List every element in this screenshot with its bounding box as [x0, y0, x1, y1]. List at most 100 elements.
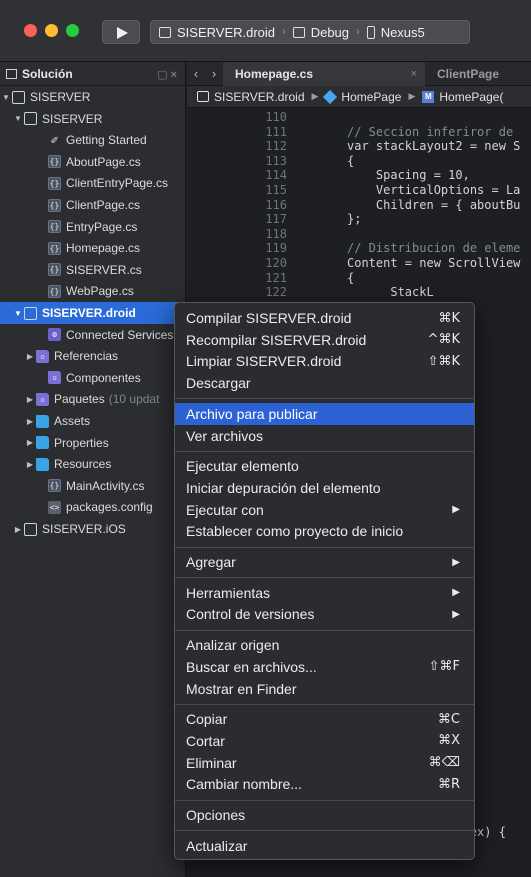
tree-item-resources[interactable]: ▶ Resources: [0, 453, 185, 475]
tree-item-aboutpage-cs[interactable]: {} AboutPage.cs: [0, 151, 185, 173]
menu-item-herramientas[interactable]: Herramientas ▶: [175, 582, 474, 604]
chevron-right-icon: ›: [356, 26, 360, 38]
solution-pad: Solución ▢ × ▼ SISERVER ▼ SISERVER ✐ Getting …: [0, 62, 186, 877]
menu-item-label: Limpiar SISERVER.droid: [186, 353, 342, 370]
shortcut-label: ⌘K: [438, 310, 460, 326]
shortcut-label: ⌘⌫: [428, 755, 460, 771]
zoom-window-button[interactable]: [66, 24, 79, 37]
solution-pad-header: Solución ▢ ×: [0, 62, 185, 86]
close-window-button[interactable]: [24, 24, 37, 37]
tree-item-assets[interactable]: ▶ Assets: [0, 410, 185, 432]
menu-item-eliminar[interactable]: Eliminar ⌘⌫: [175, 752, 474, 774]
tree-item-cliententrypage-cs[interactable]: {} ClientEntryPage.cs: [0, 172, 185, 194]
tree-item-label: Resources: [54, 457, 112, 472]
menu-item-agregar[interactable]: Agregar ▶: [175, 551, 474, 573]
config-project-label[interactable]: SISERVER.droid: [177, 25, 275, 40]
menu-item-recompilar-siserver-droid[interactable]: Recompilar SISERVER.droid ^⌘K: [175, 329, 474, 351]
menu-item-ver-archivos[interactable]: Ver archivos: [175, 425, 474, 447]
menu-item-label: Control de versiones: [186, 606, 315, 623]
tree-item-paquetes[interactable]: ▶ ▫ Paquetes (10 updat: [0, 388, 185, 410]
menu-item-compilar-siserver-droid[interactable]: Compilar SISERVER.droid ⌘K: [175, 307, 474, 329]
chevron-right-icon: ›: [282, 26, 286, 38]
code-line: // Seccion inferiror de: [347, 124, 514, 139]
shortcut-label: ⇧⌘F: [428, 659, 460, 675]
menu-item-cambiar-nombre[interactable]: Cambiar nombre... ⌘R: [175, 773, 474, 795]
menu-item-archivo-para-publicar[interactable]: Archivo para publicar: [175, 402, 474, 425]
tab-label: Homepage.cs: [235, 66, 314, 81]
tree-item-clientpage-cs[interactable]: {} ClientPage.cs: [0, 194, 185, 216]
menu-item-copiar[interactable]: Copiar ⌘C: [175, 708, 474, 730]
breadcrumb-member[interactable]: HomePage(: [439, 90, 503, 104]
close-tab-icon[interactable]: ×: [411, 68, 417, 80]
tree-item-label: SISERVER.droid: [42, 306, 136, 320]
menu-item-iniciar-depuracion-del-elemento[interactable]: Iniciar depuración del elemento: [175, 477, 474, 499]
breadcrumb-project[interactable]: SISERVER.droid: [214, 90, 305, 104]
tree-item-webpage-cs[interactable]: {} WebPage.cs: [0, 280, 185, 302]
breadcrumb-class[interactable]: HomePage: [341, 90, 401, 104]
breadcrumb: SISERVER.droid ▶ HomePage ▶ M HomePage(: [187, 86, 531, 108]
tree-item-label: SISERVER: [42, 111, 103, 126]
menu-item-actualizar[interactable]: Actualizar: [175, 835, 474, 857]
submenu-arrow-icon: ▶: [452, 608, 460, 620]
menu-separator: [175, 629, 474, 631]
tree-item-homepage-cs[interactable]: {} Homepage.cs: [0, 237, 185, 259]
tree-item-componentes[interactable]: ▫ Componentes: [0, 367, 185, 389]
expand-down-icon[interactable]: ▼: [0, 93, 12, 102]
tab-clientpage[interactable]: ClientPage: [425, 62, 511, 86]
run-configuration-selector[interactable]: SISERVER.droid › Debug › Nexus5: [150, 20, 470, 44]
tree-item-siserver-droid[interactable]: ▼ SISERVER.droid: [0, 302, 185, 324]
menu-item-ejecutar-con[interactable]: Ejecutar con ▶: [175, 499, 474, 521]
tree-item-siserver[interactable]: ▼ SISERVER: [0, 108, 185, 130]
run-button[interactable]: [102, 20, 140, 44]
back-arrow-icon[interactable]: ‹: [187, 66, 205, 81]
menu-item-descargar[interactable]: Descargar: [175, 372, 474, 394]
expand-right-icon[interactable]: ▶: [24, 438, 36, 447]
menu-item-limpiar-siserver-droid[interactable]: Limpiar SISERVER.droid ⇧⌘K: [175, 350, 474, 372]
menu-item-mostrar-en-finder[interactable]: Mostrar en Finder: [175, 678, 474, 700]
pad-controls[interactable]: ▢ ×: [157, 68, 177, 81]
context-menu: Compilar SISERVER.droid ⌘K Recompilar SISE…: [174, 302, 475, 860]
expand-right-icon[interactable]: ▶: [24, 395, 36, 404]
expand-down-icon[interactable]: ▼: [12, 309, 24, 318]
expand-right-icon[interactable]: ▶: [12, 525, 24, 534]
tab-homepage[interactable]: Homepage.cs ×: [223, 61, 425, 86]
tree-item-mainactivity-cs[interactable]: {} MainActivity.cs: [0, 475, 185, 497]
cs-file-icon: {}: [48, 263, 61, 277]
device-icon: [366, 25, 375, 39]
menu-item-control-de-versiones[interactable]: Control de versiones ▶: [175, 603, 474, 625]
expand-right-icon[interactable]: ▶: [24, 352, 36, 361]
menu-item-opciones[interactable]: Opciones: [175, 804, 474, 826]
cs-file-icon: {}: [48, 155, 61, 169]
menu-item-cortar[interactable]: Cortar ⌘X: [175, 730, 474, 752]
config-build-label[interactable]: Debug: [311, 25, 349, 40]
config-device-label[interactable]: Nexus5: [381, 25, 425, 40]
menu-item-buscar-en-archivos[interactable]: Buscar en archivos... ⇧⌘F: [175, 656, 474, 678]
tree-item-connected-services[interactable]: ⚙ Connected Services: [0, 324, 185, 346]
minimize-window-button[interactable]: [45, 24, 58, 37]
tree-item-siserver-ios[interactable]: ▶ SISERVER.iOS: [0, 518, 185, 540]
tree-item-properties[interactable]: ▶ Properties: [0, 432, 185, 454]
project-icon: [24, 306, 37, 320]
forward-arrow-icon[interactable]: ›: [205, 66, 223, 81]
project-icon: [197, 91, 209, 102]
expand-right-icon[interactable]: ▶: [24, 417, 36, 426]
tab-label: ClientPage: [437, 66, 500, 81]
menu-item-analizar-origen[interactable]: Analizar origen: [175, 634, 474, 656]
config-file-icon: <>: [48, 500, 61, 514]
line-number: 119: [265, 241, 287, 256]
menu-item-establecer-como-proyecto-de-inicio[interactable]: Establecer como proyecto de inicio: [175, 520, 474, 542]
tree-item-getting-started[interactable]: ✐ Getting Started: [0, 129, 185, 151]
menu-item-ejecutar-elemento[interactable]: Ejecutar elemento: [175, 455, 474, 477]
tree-item-siserver-cs[interactable]: {} SISERVER.cs: [0, 259, 185, 281]
tree-item-siserver[interactable]: ▼ SISERVER: [0, 86, 185, 108]
line-number: 112: [265, 139, 287, 154]
menu-item-label: Analizar origen: [186, 637, 280, 654]
tree-item-label: Properties: [54, 435, 109, 450]
tree-item-entrypage-cs[interactable]: {} EntryPage.cs: [0, 216, 185, 238]
tree-item-referencias[interactable]: ▶ ▫ Referencias: [0, 345, 185, 367]
tree-item-packages-config[interactable]: <> packages.config: [0, 496, 185, 518]
expand-right-icon[interactable]: ▶: [24, 460, 36, 469]
tree-item-label: Assets: [54, 414, 91, 428]
expand-down-icon[interactable]: ▼: [12, 114, 24, 123]
tree-item-label: Referencias: [54, 349, 119, 364]
